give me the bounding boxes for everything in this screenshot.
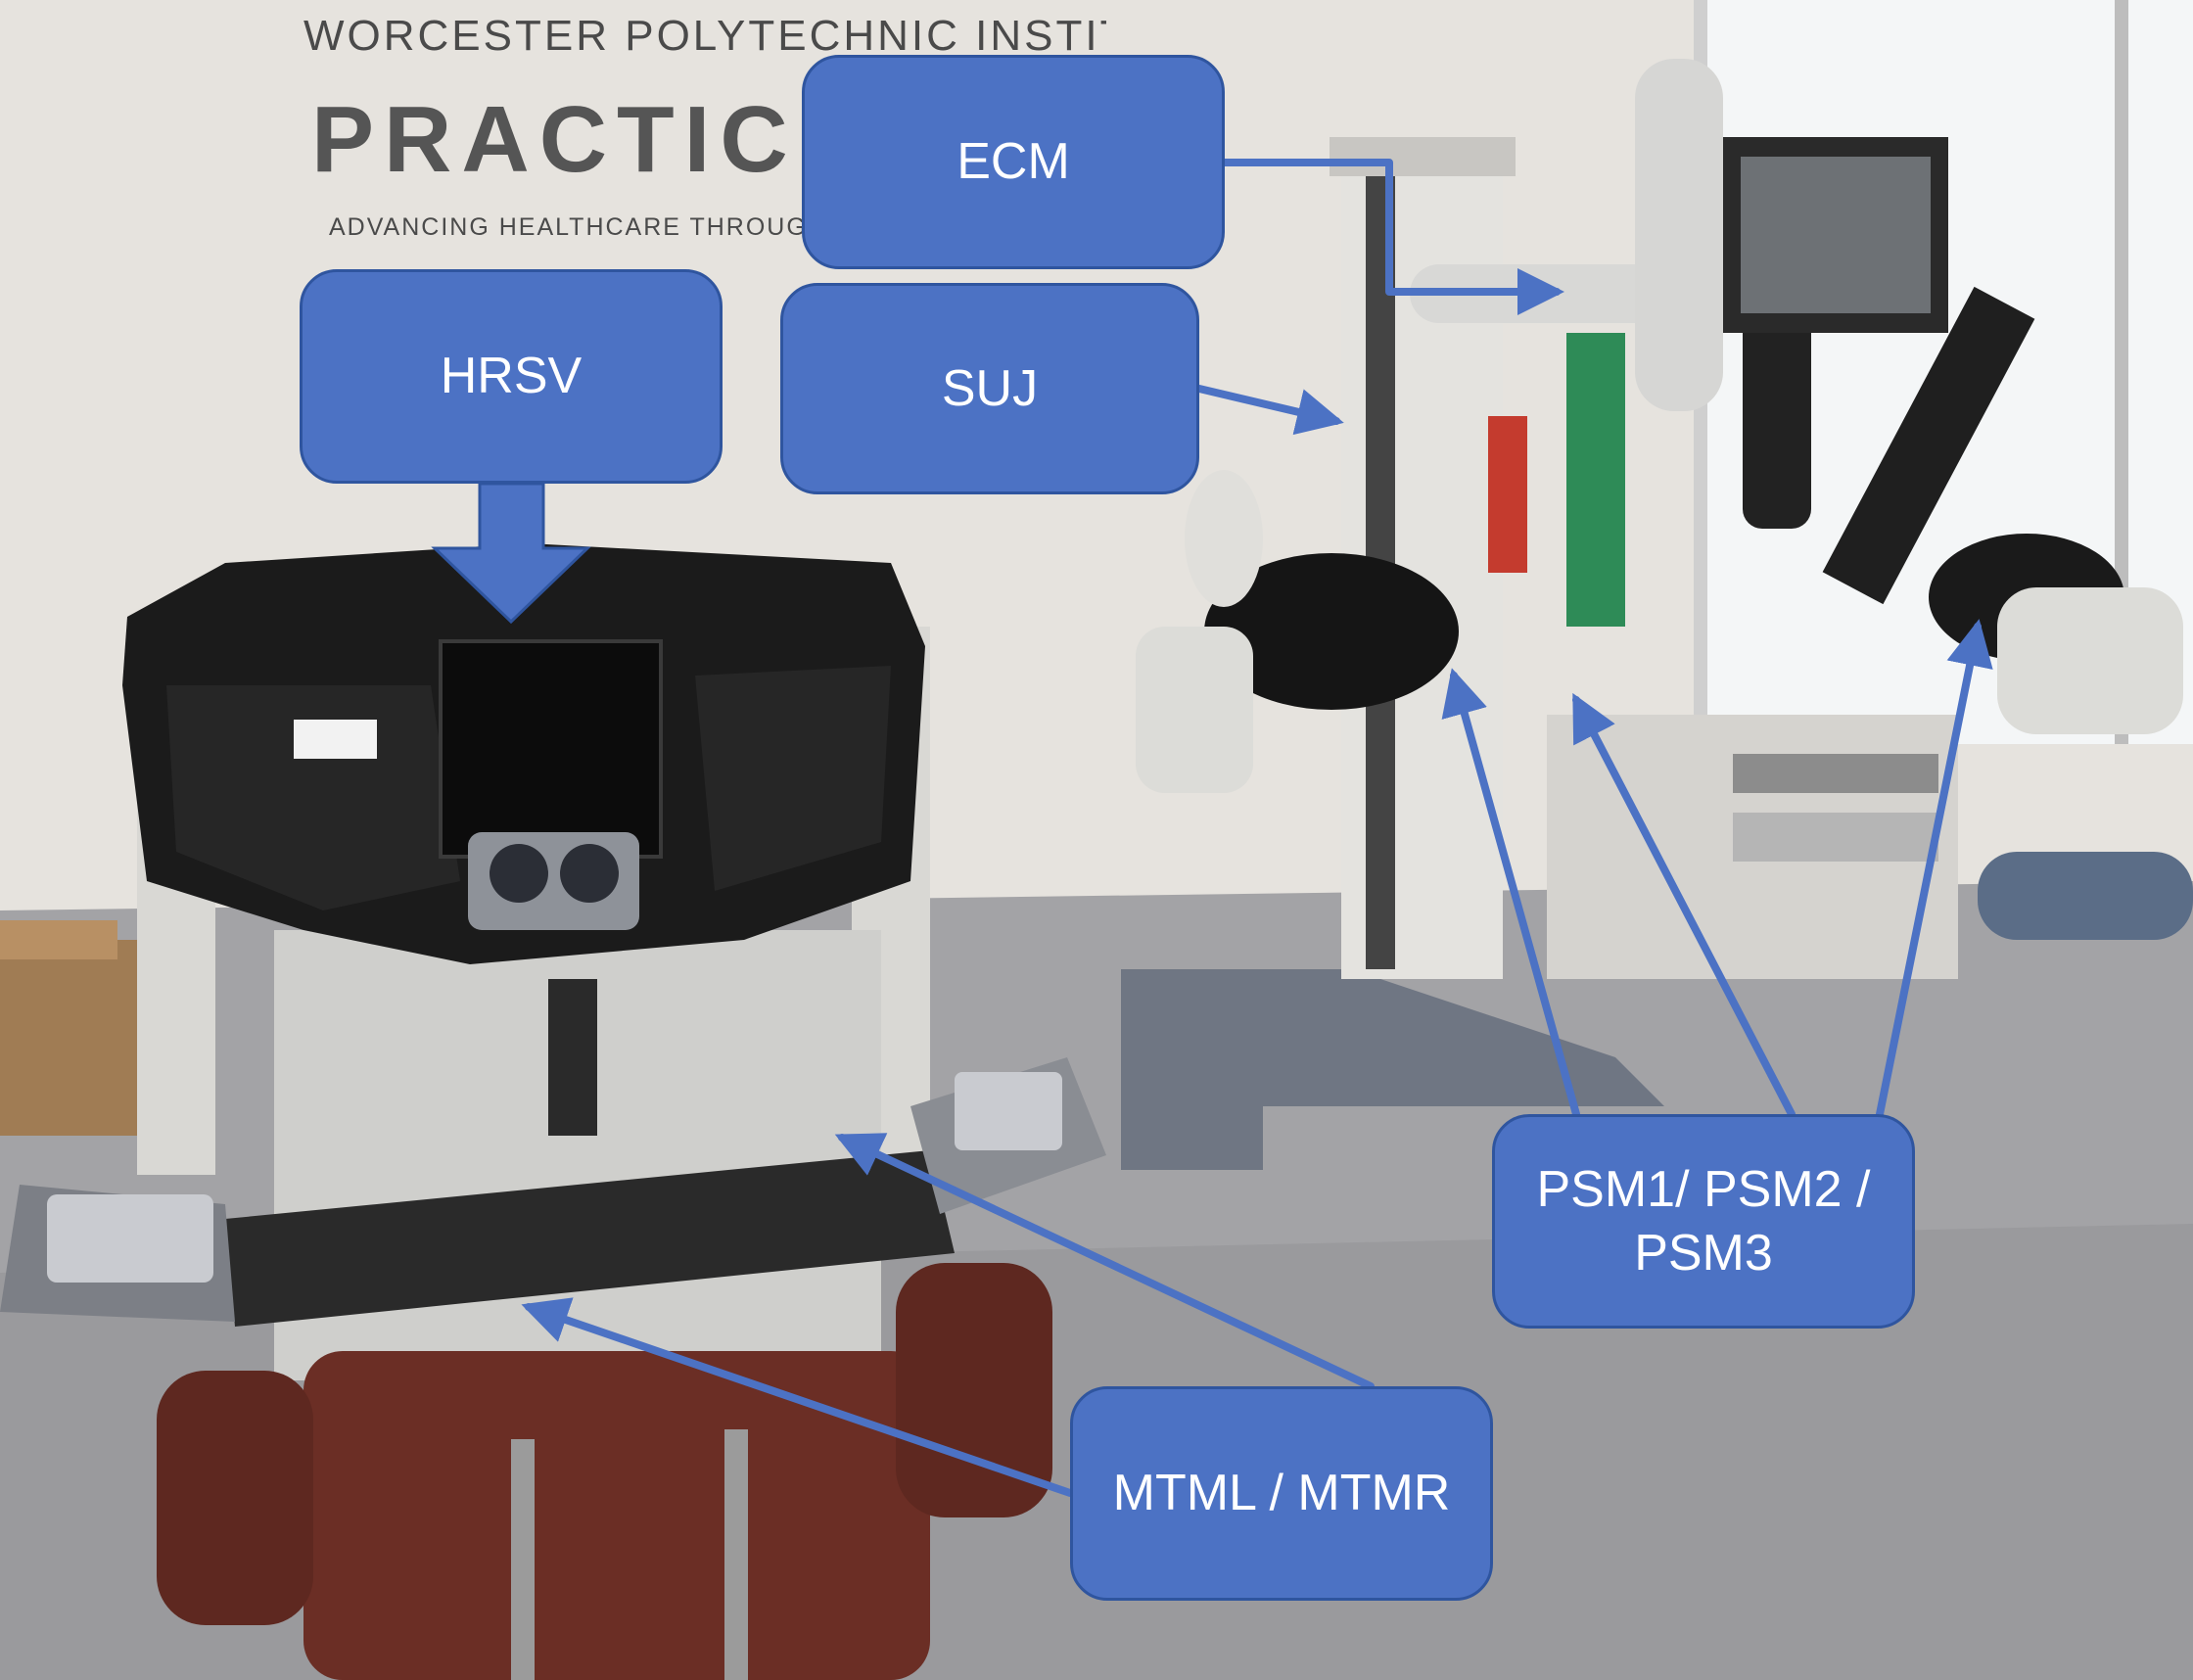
psm-joint [1185,470,1263,607]
rack-unit [1733,754,1938,793]
callout-ecm: ECM [802,55,1225,269]
chair-post-right [724,1429,748,1680]
eyepiece-left [490,844,548,903]
chair-arm-left [157,1371,313,1625]
rack-unit-2 [1733,813,1938,862]
chair-back [303,1351,930,1680]
wall-sign-line-1: WORCESTER POLYTECHNIC INSTITUTE [303,12,1106,60]
tower-cap [1330,137,1516,176]
callout-suj-label: SUJ [941,359,1039,417]
cable-pile [1978,852,2193,940]
wall-sign-line-2: PRACTICE [311,87,820,192]
psm-body-left [1136,627,1253,793]
viewer-window [439,639,663,859]
callout-psm: PSM1/ PSM2 / PSM3 [1492,1114,1915,1329]
console-column [548,979,597,1136]
left-keypad [47,1194,213,1283]
annotated-photo: WORCESTER POLYTECHNIC INSTITUTE PRACTICE… [0,0,2193,1680]
ecm-arm [1635,59,1723,411]
callout-psm-label: PSM1/ PSM2 / PSM3 [1536,1160,1871,1282]
psm-body-right [1997,587,2183,734]
callout-hrsv-label: HRSV [440,348,583,404]
callout-mtm: MTML / MTMR [1070,1386,1493,1601]
chair-post-left [511,1439,535,1680]
cardboard-box [0,940,147,1136]
callout-ecm-label: ECM [957,133,1070,190]
right-keypad [955,1072,1062,1150]
wall-sign-line-3: ADVANCING HEALTHCARE THROUGH [329,213,805,241]
red-instrument [1488,416,1527,573]
callout-mtm-label: MTML / MTMR [1112,1465,1451,1521]
callout-hrsv: HRSV [300,269,723,484]
box-flap [0,920,117,959]
callout-suj: SUJ [780,283,1199,494]
green-instrument [1566,333,1625,627]
monitor-screen [1741,157,1931,313]
label-sticker [294,720,377,759]
eyepiece-right [560,844,619,903]
chair-arm-right [896,1263,1052,1517]
